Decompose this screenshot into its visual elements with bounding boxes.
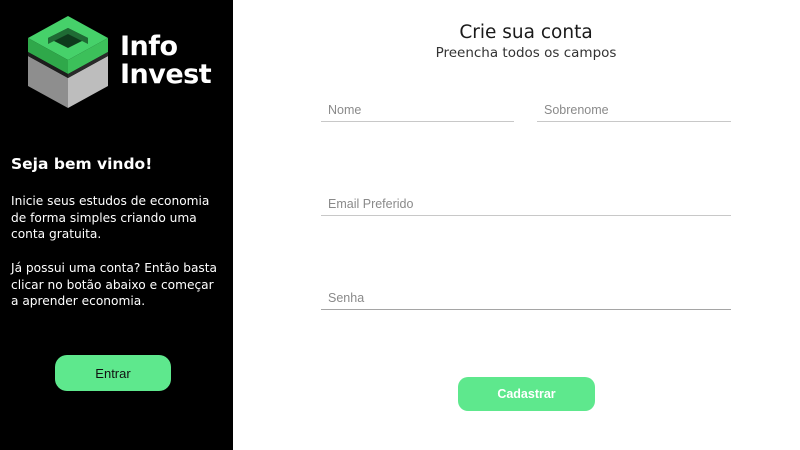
last-name-input[interactable] [537,98,731,121]
page-title: Crie sua conta [459,22,593,43]
existing-account-text: Já possui uma conta? Então basta clicar … [11,261,218,308]
password-input[interactable] [321,286,731,309]
first-name-input[interactable] [321,98,514,121]
brand-name: Info Invest [120,31,212,90]
sidebar: Info Invest Seja bem vindo! Inicie seus … [0,0,233,450]
signup-panel: Crie sua conta Preencha todos os campos … [233,0,800,450]
cube-logo-icon [28,16,108,108]
login-button[interactable]: Entrar [55,355,171,391]
brand-name-line2: Invest [120,59,212,90]
brand-logo: Info Invest [24,14,224,110]
intro-text: Inicie seus estudos de economia de forma… [11,194,210,241]
register-button[interactable]: Cadastrar [458,377,595,411]
email-field [321,192,731,216]
email-input[interactable] [321,192,731,215]
brand-name-line1: Info [120,31,178,62]
page-subtitle: Preencha todos os campos [435,45,617,61]
password-field [321,286,731,310]
last-name-field [537,98,731,122]
first-name-field [321,98,514,122]
welcome-heading: Seja bem vindo! [11,155,153,173]
